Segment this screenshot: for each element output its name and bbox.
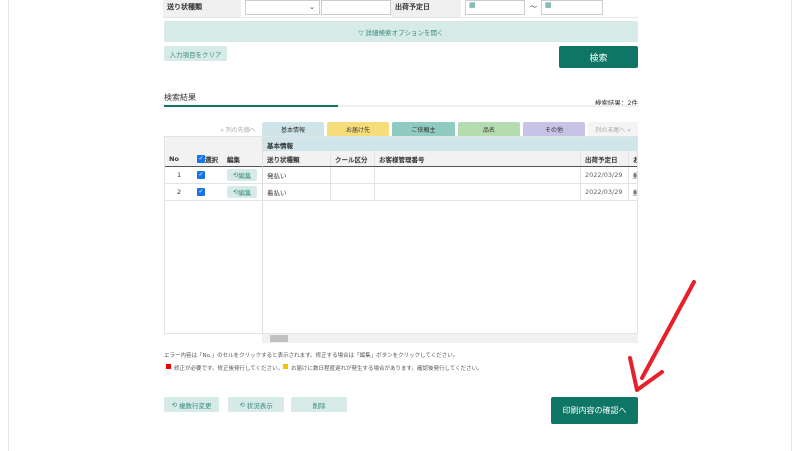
select-label: 選択	[205, 155, 218, 164]
header-status: 送り状種類	[263, 151, 331, 166]
table-row: 2 ✓ ⟲ 編集 着払い 2022/03/29 郵	[165, 184, 637, 201]
row-customer-no	[375, 184, 581, 200]
date-separator: ～	[530, 3, 537, 11]
tab-delivery[interactable]: お届け先	[327, 122, 389, 136]
tab-requester[interactable]: ご依頼主	[392, 122, 455, 136]
search-button[interactable]: 検索	[559, 46, 638, 68]
table-row: 1 ✓ ⟲ 編集 発払い 2022/03/29 郵	[165, 167, 637, 184]
status-type-select[interactable]: ⌄	[245, 0, 320, 15]
ship-date-from[interactable]: ▦	[465, 0, 525, 15]
edit-label: 編集	[238, 172, 252, 180]
delete-button[interactable]: 削除	[291, 397, 347, 412]
status-view-label: 状況表示	[246, 401, 273, 410]
row-checkbox[interactable]: ✓	[197, 171, 205, 179]
row-next: 郵	[629, 167, 637, 183]
divider	[163, 17, 638, 18]
red-legend-text: 修正が必要です。修正後発行してください。	[174, 366, 284, 372]
tab-basic-info[interactable]: 基本情報	[262, 122, 324, 136]
row-edit-button[interactable]: ⟲ 編集	[227, 186, 257, 198]
row-no[interactable]: 2	[173, 184, 191, 200]
select-all-checkbox[interactable]: ✓	[197, 154, 205, 163]
page-border-right	[791, 0, 792, 451]
header-no: No	[169, 154, 179, 163]
row-checkbox[interactable]: ✓	[197, 188, 205, 196]
ship-date-label: 出荷予定日	[391, 0, 461, 17]
calendar-icon: ▦	[545, 1, 552, 9]
status-view-button[interactable]: ⟲ 状況表示	[228, 397, 284, 412]
yellow-legend-icon	[283, 364, 288, 369]
row-no[interactable]: 1	[173, 167, 191, 183]
status-type-label: 送り状種類	[163, 0, 241, 17]
calendar-icon: ▦	[469, 1, 476, 9]
column-last-button[interactable]: 列の末尾へ »	[588, 122, 638, 136]
row-checkbox-cell[interactable]: ✓	[193, 184, 213, 200]
header-ship-date: 出荷予定日	[581, 151, 629, 166]
tab-item-name[interactable]: 品名	[458, 122, 520, 136]
red-legend-icon	[166, 364, 171, 369]
row-status: 発払い	[263, 167, 331, 183]
row-ship-date: 2022/03/29	[581, 184, 629, 200]
row-edit-button[interactable]: ⟲ 編集	[227, 169, 257, 181]
advanced-options-button[interactable]: ▽ 詳細検索オプションを開く	[164, 21, 638, 42]
column-first-button[interactable]: « 列の先頭へ	[218, 122, 258, 136]
red-arrow-annotation	[628, 280, 696, 392]
header-customer-no: お客様管理番号	[375, 151, 581, 166]
results-underline-active	[164, 105, 338, 107]
yellow-legend-text: お届けに数日程度遅れが発生する場合があります。確認後発行してください。	[291, 366, 483, 372]
row-next: 郵	[629, 184, 637, 200]
results-table: 基本情報 No ✓ 選択 編集 送り状種類 クール区分 お客様管理番号 出荷予定日…	[164, 136, 638, 334]
row-cool	[331, 167, 375, 183]
horizontal-scrollbar[interactable]	[262, 334, 638, 343]
multi-row-edit-button[interactable]: ⟲ 複数行変更	[164, 397, 219, 412]
page-border-left	[8, 0, 9, 451]
tab-other[interactable]: その他	[523, 122, 585, 136]
header-edit: 編集	[227, 155, 240, 164]
row-cool	[331, 184, 375, 200]
multi-edit-label: 複数行変更	[179, 401, 212, 410]
status-type-input[interactable]	[321, 0, 391, 15]
clear-inputs-button[interactable]: 入力項目をクリア	[164, 46, 227, 61]
row-customer-no	[375, 167, 581, 183]
scrollbar-thumb[interactable]	[270, 335, 288, 342]
header-next: お	[629, 151, 637, 166]
error-note: エラー内容は「No.」のセルをクリックすると表示されます。修正する場合は「編集」…	[164, 353, 459, 359]
ship-date-to[interactable]: ▦	[541, 0, 603, 15]
row-ship-date: 2022/03/29	[581, 167, 629, 183]
group-header: 基本情報	[263, 137, 637, 151]
header-cool: クール区分	[331, 151, 375, 166]
row-checkbox-cell[interactable]: ✓	[193, 167, 213, 183]
row-status: 着払い	[263, 184, 331, 200]
header-select[interactable]: ✓ 選択	[193, 151, 223, 166]
edit-label: 編集	[238, 189, 252, 197]
results-title: 検索結果	[164, 93, 196, 102]
